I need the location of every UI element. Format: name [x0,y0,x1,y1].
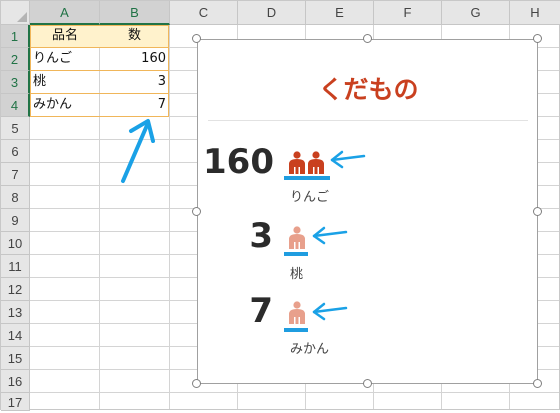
chart-divider [208,120,528,121]
cell-name-2[interactable]: みかん [30,94,100,116]
table-row-line [30,47,169,48]
infographic-chart[interactable]: くだもの 160 りんご 3 桃 7 みかん [197,39,538,384]
value-peach: 3 [249,216,273,256]
value-underline [284,176,330,180]
resize-handle[interactable] [192,34,201,43]
row-header-10[interactable]: 10 [1,232,30,255]
column-header-c[interactable]: C [170,1,238,25]
row-header-2[interactable]: 2 [1,48,30,71]
label-orange: みかん [290,342,330,357]
row-header-3[interactable]: 3 [1,71,30,94]
resize-handle[interactable] [192,207,201,216]
value-apple: 160 [203,142,274,182]
gridline [169,25,170,409]
column-header-b[interactable]: B [100,1,170,25]
row-header-7[interactable]: 7 [1,163,30,186]
resize-handle[interactable] [363,34,372,43]
row-header-9[interactable]: 9 [1,209,30,232]
annotation-arrow [121,119,155,183]
row-header-15[interactable]: 15 [1,347,30,370]
cell-count-1[interactable]: 3 [100,71,169,93]
table-row-line [30,93,169,94]
cell-count-0[interactable]: 160 [100,48,169,70]
resize-handle[interactable] [363,379,372,388]
row-header-13[interactable]: 13 [1,301,30,324]
person-icon [289,301,305,324]
row-header-1[interactable]: 1 [1,25,30,48]
row-header-4[interactable]: 4 [1,94,30,117]
table-row-line [30,70,169,71]
gridline [30,392,559,393]
select-all-icon [17,12,27,22]
value-underline [284,328,308,332]
column-header-e[interactable]: E [306,1,374,25]
resize-handle[interactable] [533,379,542,388]
row-header-16[interactable]: 16 [1,370,30,393]
column-header-d[interactable]: D [238,1,306,25]
row-header-6[interactable]: 6 [1,140,30,163]
arrow-left-icon [330,150,366,169]
cell-name-1[interactable]: 桃 [30,71,100,93]
row-header-5[interactable]: 5 [1,117,30,140]
value-underline [284,252,308,256]
cell-name-0[interactable]: りんご [30,48,100,70]
table-header-name[interactable]: 品名 [30,25,100,47]
resize-handle[interactable] [533,207,542,216]
value-orange: 7 [249,291,273,331]
arrow-left-icon [312,302,348,321]
person-icon [289,226,305,249]
resize-handle[interactable] [533,34,542,43]
column-header-h[interactable]: H [510,1,560,25]
resize-handle[interactable] [192,379,201,388]
column-header-f[interactable]: F [374,1,442,25]
label-apple: りんご [290,190,330,205]
row-header-17[interactable]: 17 [1,393,30,411]
row-header-14[interactable]: 14 [1,324,30,347]
spreadsheet: A B C D E F G H 1 2 3 4 5 6 7 8 9 10 11 … [0,0,560,411]
table-header-count[interactable]: 数 [100,25,169,47]
person-pair-icon [289,151,324,174]
row-header-11[interactable]: 11 [1,255,30,278]
chart-title: くだもの [318,75,419,104]
row-header-8[interactable]: 8 [1,186,30,209]
label-peach: 桃 [290,267,304,282]
column-header-a[interactable]: A [30,1,100,25]
arrow-left-icon [312,226,348,245]
column-header-g[interactable]: G [442,1,510,25]
row-header-12[interactable]: 12 [1,278,30,301]
select-all-corner[interactable] [1,1,30,25]
